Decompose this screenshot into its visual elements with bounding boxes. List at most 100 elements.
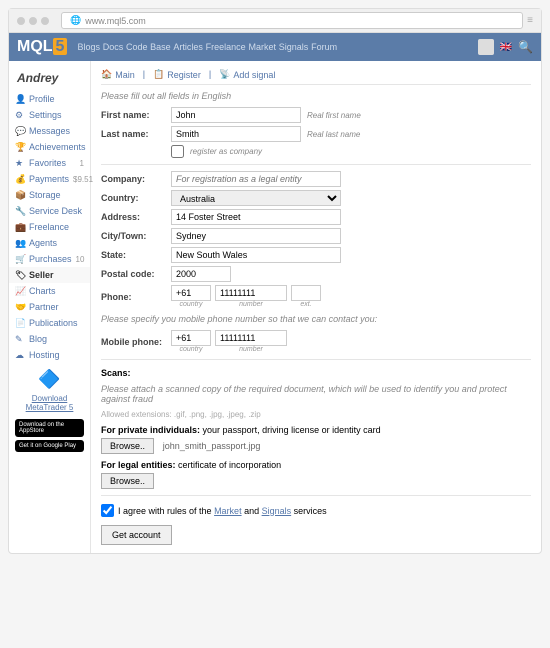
payments-icon: 💰: [15, 174, 25, 184]
hosting-icon: ☁: [15, 350, 25, 360]
sidebar-item-achievements[interactable]: 🏆Achievements: [9, 139, 90, 155]
mobile-note: Please specify you mobile phone number s…: [101, 314, 531, 324]
main-content: 🏠Main | 📋Register | 📡Add signal Please f…: [91, 61, 541, 553]
favorites-icon: ★: [15, 158, 25, 168]
last-name-label: Last name:: [101, 129, 165, 139]
seller-icon: 🏷: [15, 270, 25, 280]
home-icon: 🏠: [101, 69, 112, 80]
country-select[interactable]: Australia: [171, 190, 341, 206]
globe-icon: 🌐: [70, 15, 81, 26]
agree-checkbox[interactable]: [101, 504, 114, 517]
register-icon: 📋: [153, 69, 164, 80]
city-label: City/Town:: [101, 231, 165, 241]
sidebar-item-payments[interactable]: 💰Payments$9.51: [9, 171, 90, 187]
flag-icon[interactable]: 🇬🇧: [500, 42, 512, 53]
state-field[interactable]: [171, 247, 341, 263]
form-note: Please fill out all fields in English: [101, 91, 531, 101]
tab-register[interactable]: 📋Register: [153, 69, 201, 80]
nav-freelance[interactable]: Freelance: [206, 42, 246, 52]
appstore-button[interactable]: Download on the AppStore: [15, 419, 84, 437]
nav-signals[interactable]: Signals: [279, 42, 309, 52]
browse-legal-button[interactable]: Browse..: [101, 473, 154, 489]
url-bar[interactable]: 🌐 www.mql5.com: [61, 12, 523, 29]
purchases-icon: 🛒: [15, 254, 25, 264]
signal-icon: 📡: [219, 69, 230, 80]
menu-icon[interactable]: ≡: [527, 15, 533, 26]
tab-add-signal[interactable]: 📡Add signal: [219, 69, 275, 80]
first-name-hint: Real first name: [307, 111, 361, 120]
sidebar-item-favorites[interactable]: ★Favorites1: [9, 155, 90, 171]
mobile-label: Mobile phone:: [101, 337, 165, 347]
postal-field[interactable]: [171, 266, 231, 282]
profile-icon: 👤: [15, 94, 25, 104]
sidebar-item-publications[interactable]: 📄Publications: [9, 315, 90, 331]
browser-toolbar: 🌐 www.mql5.com ≡: [9, 9, 541, 33]
window-dot: [41, 17, 49, 25]
googleplay-button[interactable]: Get it on Google Play: [15, 440, 84, 452]
last-name-field[interactable]: [171, 126, 301, 142]
country-label: Country:: [101, 193, 165, 203]
nav-code-base[interactable]: Code Base: [126, 42, 171, 52]
register-company-checkbox[interactable]: [171, 145, 184, 158]
sidebar-item-agents[interactable]: 👥Agents: [9, 235, 90, 251]
phone-label: Phone:: [101, 292, 165, 302]
sidebar-item-charts[interactable]: 📈Charts: [9, 283, 90, 299]
market-link[interactable]: Market: [214, 506, 242, 516]
allowed-extensions: Allowed extensions: .gif, .png, .jpg, .j…: [101, 410, 531, 419]
settings-icon: ⚙: [15, 110, 25, 120]
postal-label: Postal code:: [101, 269, 165, 279]
get-account-button[interactable]: Get account: [101, 525, 172, 545]
url-text: www.mql5.com: [85, 16, 146, 26]
phone-ext-field[interactable]: [291, 285, 321, 301]
tab-main[interactable]: 🏠Main: [101, 69, 135, 80]
sidebar-item-purchases[interactable]: 🛒Purchases10: [9, 251, 90, 267]
sidebar-item-seller[interactable]: 🏷Seller: [9, 267, 90, 283]
scans-title: Scans:: [101, 368, 531, 378]
sidebar-item-partner[interactable]: 🤝Partner: [9, 299, 90, 315]
storage-icon: 📦: [15, 190, 25, 200]
avatar[interactable]: [478, 39, 494, 55]
search-icon[interactable]: 🔍: [518, 40, 533, 54]
mobile-country-field[interactable]: [171, 330, 211, 346]
company-label: Company:: [101, 174, 165, 184]
service desk-icon: 🔧: [15, 206, 25, 216]
phone-number-field[interactable]: [215, 285, 287, 301]
sidebar-item-settings[interactable]: ⚙Settings: [9, 107, 90, 123]
charts-icon: 📈: [15, 286, 25, 296]
window-dot: [29, 17, 37, 25]
first-name-label: First name:: [101, 110, 165, 120]
mobile-number-field[interactable]: [215, 330, 287, 346]
sidebar-item-service-desk[interactable]: 🔧Service Desk: [9, 203, 90, 219]
nav-market[interactable]: Market: [248, 42, 276, 52]
state-label: State:: [101, 250, 165, 260]
address-label: Address:: [101, 212, 165, 222]
messages-icon: 💬: [15, 126, 25, 136]
address-field[interactable]: [171, 209, 341, 225]
signals-link[interactable]: Signals: [262, 506, 292, 516]
sidebar-item-messages[interactable]: 💬Messages: [9, 123, 90, 139]
publications-icon: 📄: [15, 318, 25, 328]
blog-icon: ✎: [15, 334, 25, 344]
agents-icon: 👥: [15, 238, 25, 248]
sidebar-item-freelance[interactable]: 💼Freelance: [9, 219, 90, 235]
nav-articles[interactable]: Articles: [173, 42, 203, 52]
freelance-icon: 💼: [15, 222, 25, 232]
achievements-icon: 🏆: [15, 142, 25, 152]
company-field[interactable]: [171, 171, 341, 187]
first-name-field[interactable]: [171, 107, 301, 123]
sidebar-item-hosting[interactable]: ☁Hosting: [9, 347, 90, 363]
browse-private-button[interactable]: Browse..: [101, 438, 154, 454]
sidebar-item-profile[interactable]: 👤Profile: [9, 91, 90, 107]
nav-forum[interactable]: Forum: [311, 42, 337, 52]
partner-icon: 🤝: [15, 302, 25, 312]
sidebar-item-storage[interactable]: 📦Storage: [9, 187, 90, 203]
city-field[interactable]: [171, 228, 341, 244]
scans-note: Please attach a scanned copy of the requ…: [101, 384, 531, 404]
phone-country-field[interactable]: [171, 285, 211, 301]
nav-blogs[interactable]: Blogs: [77, 42, 100, 52]
logo[interactable]: MQL5: [17, 38, 67, 56]
download-link[interactable]: Download MetaTrader 5: [9, 390, 90, 416]
sidebar-item-blog[interactable]: ✎Blog: [9, 331, 90, 347]
nav-docs[interactable]: Docs: [103, 42, 124, 52]
window-dot: [17, 17, 25, 25]
